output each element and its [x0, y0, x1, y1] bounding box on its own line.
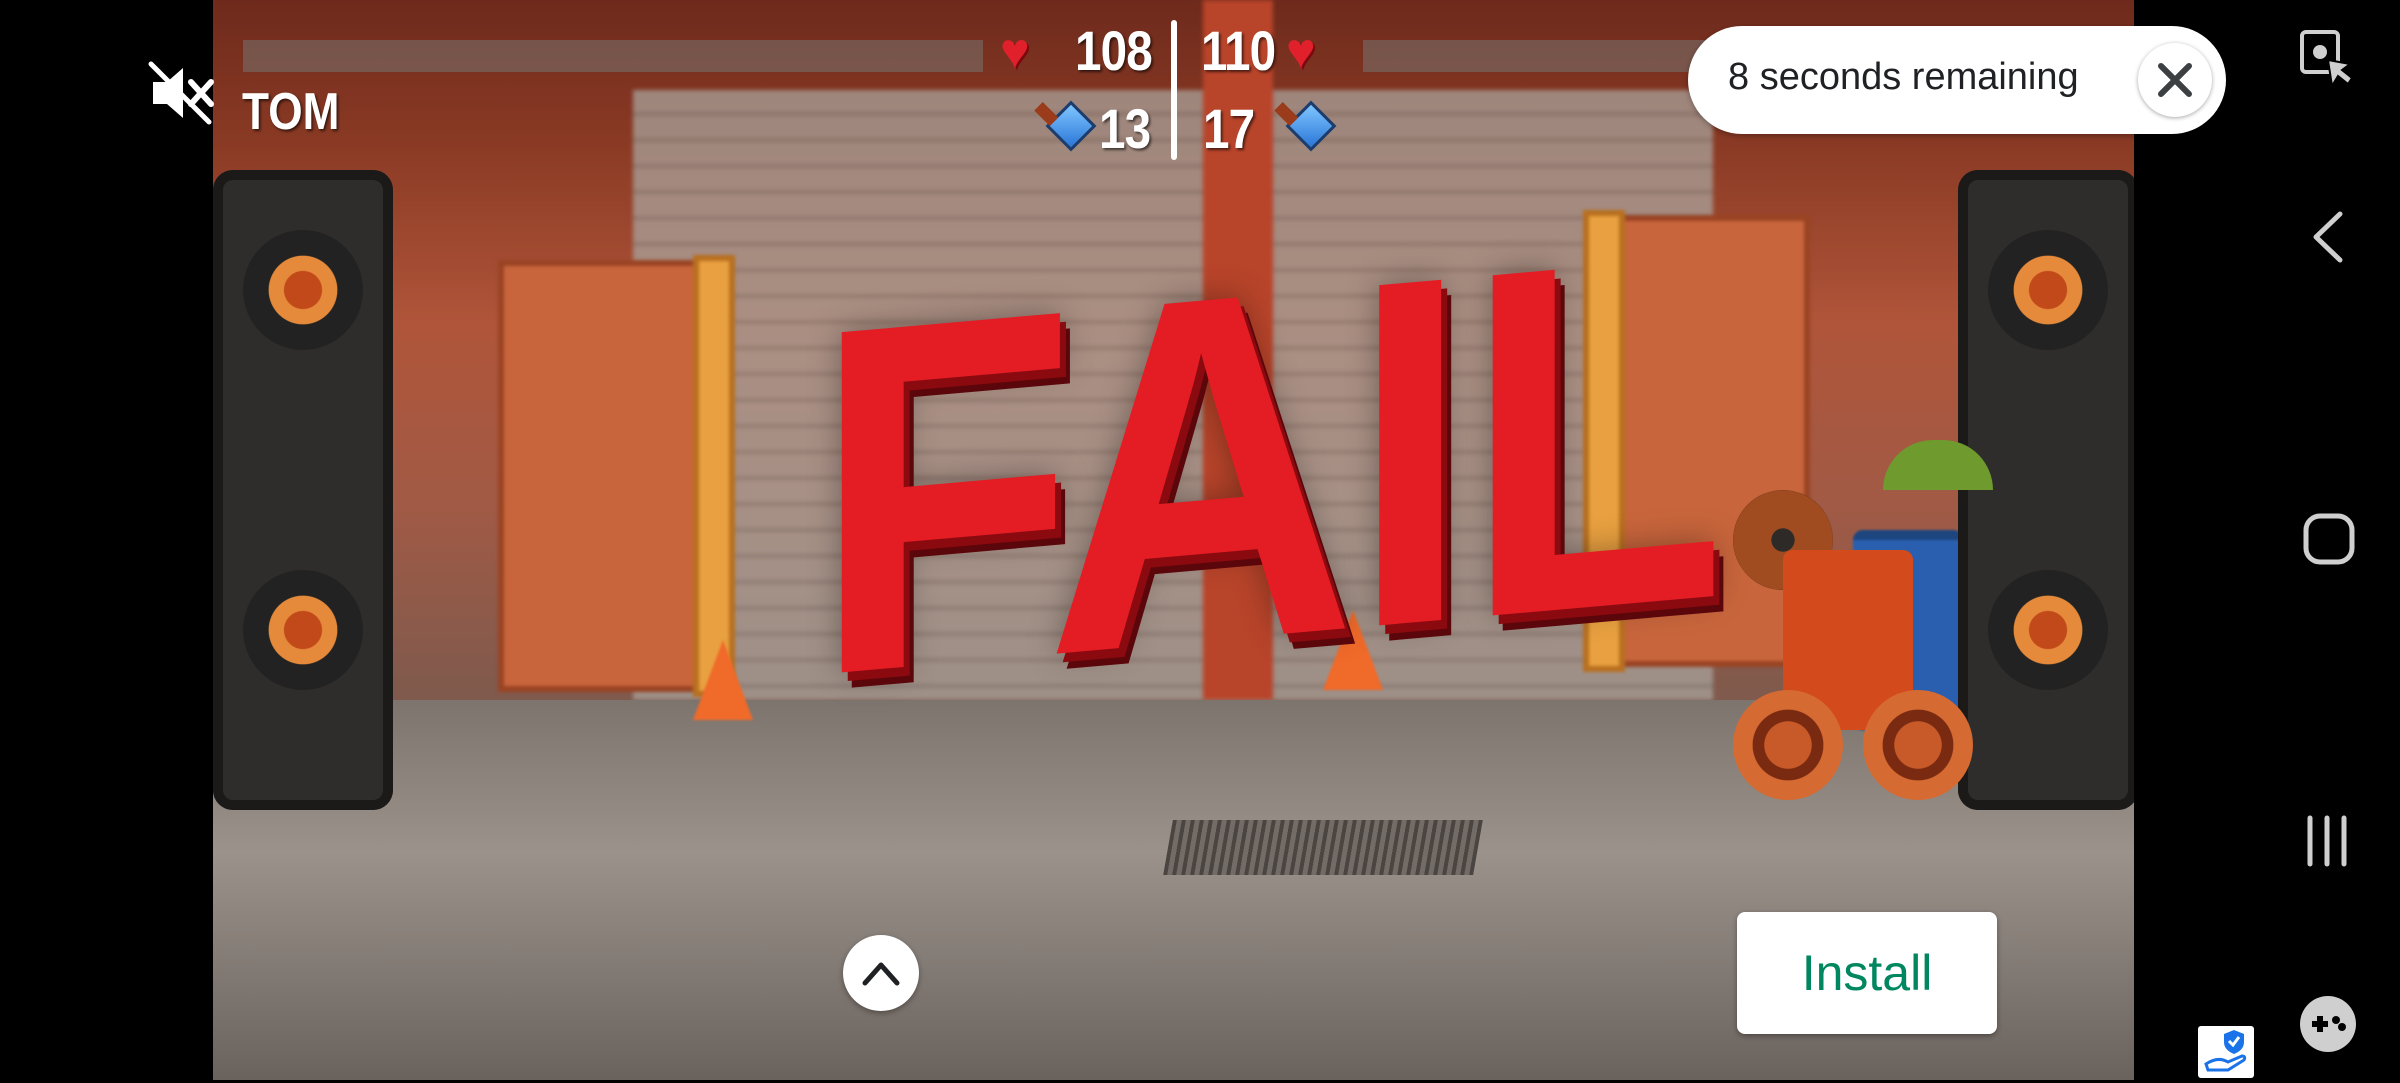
background-crate-edge	[693, 255, 735, 697]
right-speaker	[1958, 170, 2134, 810]
player-name: TOM	[242, 83, 340, 141]
speaker-cone	[1988, 230, 2108, 350]
ad-choices-icon	[2204, 1030, 2247, 1072]
hud-divider	[1171, 20, 1177, 160]
robot-character	[1733, 430, 1993, 810]
home-icon	[2303, 513, 2355, 565]
ad-timer-pill: 8 seconds remaining	[1688, 26, 2226, 134]
fail-banner: FAIL	[813, 149, 1721, 781]
ad-timer-text: 8 seconds remaining	[1728, 56, 2079, 98]
screenshot-touch-icon	[2300, 30, 2354, 89]
speaker-cone	[243, 570, 363, 690]
nav-home-button[interactable]	[2302, 512, 2356, 571]
player-health-bar	[243, 40, 983, 72]
recents-icon	[2307, 815, 2347, 867]
heart-icon: ♥	[1286, 23, 1316, 79]
game-video-stage[interactable]: FAIL TOM ♥ 108 13 110 ♥ 17 Install	[213, 0, 2134, 1080]
opponent-health-value: 110	[1201, 19, 1276, 82]
chevron-up-icon	[862, 962, 900, 986]
mute-button[interactable]	[145, 58, 215, 128]
install-button[interactable]: Install	[1737, 912, 1997, 1034]
nav-recents-button[interactable]	[2302, 814, 2352, 873]
robot-wheel	[1863, 690, 1973, 800]
volume-off-icon	[148, 61, 214, 125]
ad-choices-badge[interactable]	[2198, 1026, 2254, 1078]
speaker-cone	[243, 230, 363, 350]
traffic-cone	[693, 640, 753, 720]
close-icon	[2158, 63, 2192, 97]
close-ad-button[interactable]	[2138, 43, 2212, 117]
back-icon	[2313, 211, 2343, 263]
nav-back-button[interactable]	[2310, 210, 2346, 269]
game-controller-icon	[2300, 996, 2356, 1052]
speaker-cone	[1988, 570, 2108, 690]
background-crate	[498, 260, 710, 692]
screenshot-touch-button[interactable]	[2298, 30, 2354, 95]
heart-icon: ♥	[1000, 23, 1030, 79]
opponent-power-value: 17	[1203, 97, 1255, 160]
robot-wheel	[1733, 690, 1843, 800]
expand-button[interactable]	[843, 935, 919, 1011]
game-launcher-button[interactable]	[2298, 994, 2358, 1059]
player-health-value: 108	[1075, 19, 1153, 82]
player-power-value: 13	[1099, 97, 1151, 160]
floor-grate	[1163, 820, 1483, 875]
left-speaker	[213, 170, 393, 810]
